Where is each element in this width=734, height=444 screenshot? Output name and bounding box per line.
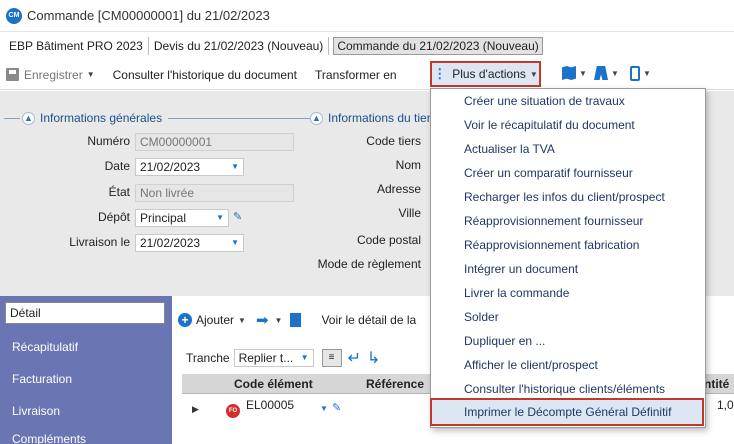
tranche-label: Tranche [186, 351, 230, 365]
indent-left-icon[interactable]: ↵ [348, 348, 361, 368]
edit-pencil-icon[interactable]: ✎ [332, 403, 343, 414]
menu-item-comparatif[interactable]: Créer un comparatif fournisseur [464, 166, 633, 180]
chevron-down-icon[interactable]: ▼ [87, 70, 95, 79]
nav-item-recapitulatif[interactable]: Récapitulatif [0, 336, 172, 358]
menu-item-situation[interactable]: Créer une situation de travaux [464, 94, 625, 108]
transform-button[interactable]: Transformer en [315, 68, 397, 82]
nav-item-complements[interactable]: Compléments [0, 428, 172, 444]
menu-item-solder[interactable]: Solder [464, 310, 499, 324]
menu-item-reappro-fabrication[interactable]: Réapprovisionnement fabrication [464, 238, 639, 252]
reglement-label: Mode de règlement [317, 257, 421, 271]
menu-item-imprimer-dgd[interactable]: Imprimer le Décompte Général Définitif [464, 405, 671, 419]
more-actions-label: Plus d'actions [452, 67, 526, 81]
phone-icon [630, 66, 640, 81]
save-label: Enregistrer [24, 67, 83, 82]
edit-pencil-icon[interactable]: ✎ [233, 212, 244, 223]
chevron-down-icon: ▼ [529, 69, 538, 79]
depot-label: Dépôt [97, 210, 130, 224]
row-quantity: 1,0 [717, 398, 734, 412]
tab-devis[interactable]: Devis du 21/02/2023 (Nouveau) [149, 36, 330, 55]
collapse-icon[interactable]: ▲ [22, 111, 35, 125]
code-tiers-label: Code tiers [366, 134, 421, 148]
livraison-field[interactable]: 21/02/2023 [135, 234, 244, 252]
map-icon [562, 66, 576, 80]
truck-icon [594, 66, 608, 80]
fo-badge: FO [226, 404, 240, 418]
section-general[interactable]: ▲ Informations générales [22, 111, 162, 125]
chevron-down-icon[interactable]: ▼ [320, 404, 328, 413]
delivery-button[interactable]: ▼ [594, 66, 619, 80]
window-title: Commande [CM00000001] du 21/02/2023 [27, 8, 270, 23]
chevron-down-icon: ▼ [611, 68, 619, 78]
etat-label: État [108, 185, 130, 199]
date-label: Date [104, 159, 130, 173]
ville-label: Ville [398, 206, 421, 220]
view-detail-button[interactable]: Voir le détail de la [321, 313, 416, 327]
more-actions-menu [430, 88, 706, 428]
chevron-down-icon: ▼ [579, 68, 587, 78]
numero-label: Numéro [87, 134, 130, 148]
row-code[interactable]: EL00005 [246, 398, 294, 412]
nom-label: Nom [395, 158, 421, 172]
code-postal-label: Code postal [356, 233, 421, 247]
nav-item-facturation[interactable]: Facturation [0, 368, 172, 390]
grid-toolbar: + Ajouter ▼ ➡ ▼ Voir le détail de la [178, 308, 416, 332]
add-icon[interactable]: + [178, 313, 192, 327]
map-button[interactable]: ▼ [562, 66, 587, 80]
list-view-icon[interactable]: ≡ [321, 349, 342, 367]
history-button[interactable]: Consulter l'historique du document [113, 68, 297, 82]
title-bar: CM Commande [CM00000001] du 21/02/2023 [0, 0, 734, 32]
collapse-icon[interactable]: ▲ [310, 111, 323, 125]
nav-item-livraison[interactable]: Livraison [0, 400, 172, 422]
row-pointer-icon: ▶ [192, 404, 199, 414]
adresse-label: Adresse [376, 182, 421, 196]
numero-field: CM00000001 [135, 133, 294, 151]
section-divider [4, 118, 20, 119]
menu-item-integrer[interactable]: Intégrer un document [464, 262, 578, 276]
menu-item-historique[interactable]: Consulter l'historique clients/éléments [464, 382, 665, 396]
trash-icon[interactable] [290, 313, 302, 327]
col-reference[interactable]: Référence [366, 377, 424, 391]
move-arrow-icon[interactable]: ➡ [256, 311, 269, 329]
indent-right-icon[interactable]: ↳ [367, 348, 380, 368]
toolbar: Enregistrer ▼ Consulter l'historique du … [0, 60, 734, 90]
tranche-select[interactable]: Replier t... [233, 349, 314, 367]
section-divider [168, 118, 322, 119]
more-vertical-icon: ⋮ [433, 66, 447, 81]
tranche-row: Tranche Replier t... ≡ ↵ ↳ [186, 348, 380, 368]
save-button[interactable]: Enregistrer ▼ [6, 68, 95, 82]
nav-item-detail[interactable]: Détail [5, 302, 165, 324]
save-icon [6, 68, 19, 81]
menu-item-recharger[interactable]: Recharger les infos du client/prospect [464, 190, 665, 204]
mobile-button[interactable]: ▼ [630, 66, 651, 81]
etat-field: Non livrée [135, 184, 294, 202]
app-logo-icon: CM [6, 7, 22, 24]
section-tiers-title: Informations du tiers [328, 111, 437, 125]
menu-item-reappro-fournisseur[interactable]: Réapprovisionnement fournisseur [464, 214, 643, 228]
livraison-label: Livraison le [69, 235, 130, 249]
menu-item-tva[interactable]: Actualiser la TVA [464, 142, 555, 156]
tab-commande[interactable]: Commande du 21/02/2023 (Nouveau) [333, 36, 543, 55]
col-quantite[interactable]: ntité [704, 377, 729, 391]
tab-ebp[interactable]: EBP Bâtiment PRO 2023 [4, 36, 149, 55]
date-field[interactable]: 21/02/2023 [135, 158, 244, 176]
depot-field[interactable]: Principal [135, 209, 229, 227]
menu-item-dupliquer[interactable]: Dupliquer en ... [464, 334, 545, 348]
add-button[interactable]: Ajouter [196, 313, 234, 327]
chevron-down-icon: ▼ [643, 69, 651, 78]
more-actions-button[interactable]: ⋮ Plus d'actions ▼ [430, 61, 541, 87]
chevron-down-icon[interactable]: ▼ [275, 316, 283, 325]
menu-item-afficher-client[interactable]: Afficher le client/prospect [464, 358, 598, 372]
section-tiers[interactable]: ▲ Informations du tiers [310, 111, 437, 125]
chevron-down-icon[interactable]: ▼ [238, 316, 246, 325]
document-tabs: EBP Bâtiment PRO 2023 Devis du 21/02/202… [0, 33, 734, 58]
menu-item-recapitulatif[interactable]: Voir le récapitulatif du document [464, 118, 635, 132]
col-code-element[interactable]: Code élément [234, 377, 313, 391]
section-general-title: Informations générales [40, 111, 163, 125]
menu-item-livrer[interactable]: Livrer la commande [464, 286, 569, 300]
